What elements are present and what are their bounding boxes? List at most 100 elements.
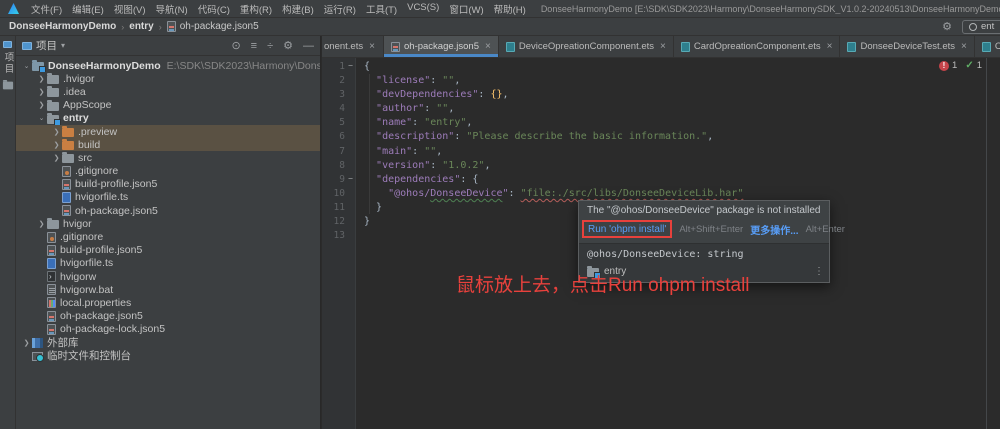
tree-item[interactable]: hvigorw [16,270,320,283]
menubar-menu[interactable]: 导航(N) [150,2,192,16]
tree-item[interactable]: ❯AppScope [16,99,320,112]
stripe-project-tab[interactable]: 项目 [1,52,15,75]
editor-tab[interactable]: oh-package.json5× [384,36,499,57]
expand-collapse-icon[interactable]: ÷ [267,40,273,52]
file-type-json-icon [391,42,400,52]
tree-item[interactable]: oh-package.json5 [16,204,320,217]
tree-item[interactable]: hvigorfile.ts [16,257,320,270]
file-type-ets-icon [506,42,515,52]
run-target-label: ent [981,21,994,32]
file-type-ets-icon [681,42,690,52]
tree-item[interactable]: hvigorw.bat [16,283,320,296]
close-icon[interactable]: × [961,41,967,52]
run-ohpm-install-link[interactable]: Run 'ohpm install' [588,224,666,235]
tree-item[interactable]: ❯外部库 [16,336,320,349]
kebab-menu-icon[interactable]: ⋮ [821,205,830,216]
tree-item[interactable]: ❯hvigor [16,217,320,230]
tree-item[interactable]: .gitignore [16,165,320,178]
editor-tab[interactable]: DeviceOpreationComponent.ets× [499,36,674,57]
more-actions-link[interactable]: 更多操作... [750,222,798,237]
chevron-right-icon[interactable]: ❯ [36,220,47,228]
folder-icon [47,220,59,229]
tree-item[interactable]: 临时文件和控制台 [16,349,320,362]
popup-doc: @ohos/DonseeDevice: string [579,243,829,264]
tree-item[interactable]: build-profile.json5 [16,178,320,191]
tree-item-label: local.properties [60,297,131,309]
project-panel-title[interactable]: 项目 [36,38,57,53]
breadcrumb-item[interactable]: DonseeHarmonyDemo [9,21,116,32]
scrollbar[interactable] [986,58,987,429]
file-icon [167,21,176,32]
breadcrumb-item[interactable]: entry [129,21,153,32]
menubar-menu[interactable]: 运行(R) [319,2,361,16]
tree-item-label: 临时文件和控制台 [47,349,131,362]
tree-item[interactable]: oh-package-lock.json5 [16,323,320,336]
menubar-menu[interactable]: 代码(C) [193,2,235,16]
menubar-menu[interactable]: 编辑(E) [67,2,109,16]
tree-item[interactable]: local.properties [16,296,320,309]
chevron-right-icon[interactable]: ❯ [36,88,47,96]
tree-item[interactable]: .gitignore [16,230,320,243]
tab-bar: onent.ets×oh-package.json5×DeviceOpreati… [322,36,1000,58]
file-exec-icon [47,271,56,282]
chevron-right-icon[interactable]: ❯ [51,154,62,162]
panel-settings-gear-icon[interactable]: ⚙ [283,39,293,52]
tree-item[interactable]: build-profile.json5 [16,244,320,257]
chevron-right-icon[interactable]: ❯ [36,101,47,109]
fold-icon[interactable]: − [346,175,355,184]
menubar-menu[interactable]: 工具(T) [361,2,402,16]
close-icon[interactable]: × [660,41,666,52]
tree-item[interactable]: ⌄DonseeHarmonyDemoE:\SDK\SDK2023\Harmony… [16,59,320,72]
locate-file-icon[interactable]: ⊙ [231,39,240,52]
close-icon[interactable]: × [369,41,375,52]
menubar-menu[interactable]: 窗口(W) [444,2,488,16]
line-number: 2 [322,74,356,88]
run-config-selector[interactable]: ent [962,20,1000,34]
project-panel-header: 项目 ▾ ⊙ ≡ ÷ ⚙ — [16,36,320,56]
settings-gear-icon[interactable]: ⚙ [942,20,952,33]
kebab-menu-icon[interactable]: ⋮ [810,266,824,277]
line-number: 12 [322,215,356,229]
chevron-down-icon[interactable]: ⌄ [21,62,32,70]
folder-icon [47,75,59,84]
chevron-right-icon[interactable]: ❯ [36,75,47,83]
tree-item[interactable]: ⌄entry [16,112,320,125]
editor-tab[interactable]: CommonContants.ets× [975,36,1000,57]
tree-item[interactable]: ❯ src [16,151,320,164]
chevron-right-icon[interactable]: ❯ [21,339,32,347]
chevron-right-icon[interactable]: ❯ [51,141,62,149]
tree-item[interactable]: hvigorfile.ts [16,191,320,204]
fold-icon[interactable]: − [346,62,355,71]
editor-tab[interactable]: DonseeDeviceTest.ets× [840,36,974,57]
close-icon[interactable]: × [485,41,491,52]
chevron-down-icon[interactable]: ▾ [61,41,65,50]
menubar-menu[interactable]: VCS(S) [402,2,444,16]
tree-item-label: src [78,152,92,164]
run-target-icon [969,23,977,31]
breadcrumb-item[interactable]: oh-package.json5 [180,21,259,32]
line-number: 1− [322,60,356,74]
menubar-menu[interactable]: 重构(R) [235,2,277,16]
chevron-right-icon[interactable]: ❯ [51,128,62,136]
editor-tab[interactable]: CardOpreationComponent.ets× [674,36,841,57]
libraries-icon [32,338,43,348]
tree-item[interactable]: oh-package.json5 [16,310,320,323]
tree-item[interactable]: ❯.hvigor [16,72,320,85]
tree-item[interactable]: ❯build [16,138,320,151]
collapse-all-icon[interactable]: ≡ [251,40,257,52]
hide-panel-icon[interactable]: — [303,40,314,52]
chevron-down-icon[interactable]: ⌄ [36,114,47,122]
menubar-menu[interactable]: 文件(F) [26,2,67,16]
menubar-menu[interactable]: 帮助(H) [489,2,531,16]
line-number: 8 [322,159,356,173]
tree-item[interactable]: ❯.idea [16,85,320,98]
tab-label: CommonContants.ets [995,41,1000,52]
tree-item[interactable]: ❯.preview [16,125,320,138]
code-editor[interactable]: 1−23456789−10111213 { "license": "", "de… [322,58,1000,429]
menubar-menu[interactable]: 构建(B) [277,2,319,16]
inspections-widget[interactable]: ! 1 ✓ 1 [939,60,982,71]
menubar-menu[interactable]: 视图(V) [109,2,151,16]
editor-tab[interactable]: onent.ets× [322,36,384,57]
gutter: 1−23456789−10111213 [322,60,356,429]
close-icon[interactable]: × [827,41,833,52]
